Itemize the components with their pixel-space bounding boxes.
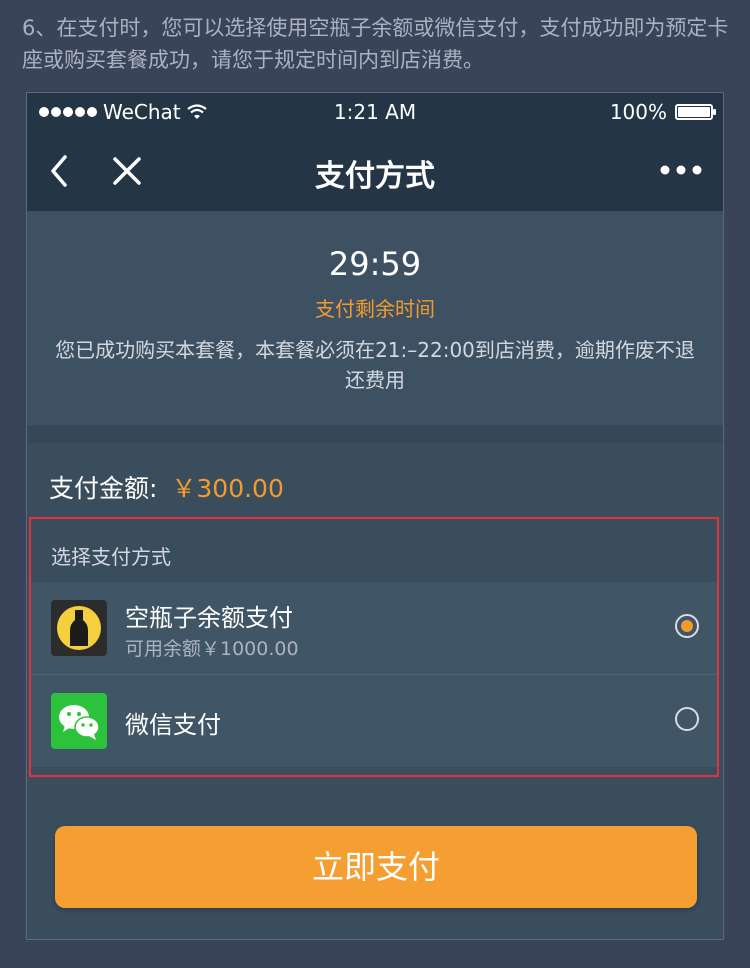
wechat-pay-icon xyxy=(51,693,107,749)
method-balance[interactable]: 空瓶子余额支付 可用余额￥1000.00 xyxy=(31,582,717,675)
countdown-label: 支付剩余时间 xyxy=(315,297,435,321)
method-wechat[interactable]: 微信支付 xyxy=(31,675,717,767)
pay-now-button[interactable]: 立即支付 xyxy=(55,826,697,908)
method-balance-available: 可用余额￥1000.00 xyxy=(125,638,299,660)
method-name: 空瓶子余额支付 xyxy=(125,604,293,632)
methods-header: 选择支付方式 xyxy=(31,519,717,581)
page-title: 支付方式 xyxy=(315,159,435,194)
purchase-notice: 您已成功购买本套餐，本套餐必须在21:–22:00到店消费，逾期作废不退还费用 xyxy=(55,338,695,392)
amount-value: ￥300.00 xyxy=(171,474,284,503)
radio-balance[interactable] xyxy=(675,614,699,638)
phone-screenshot: WeChat 1:21 AM 100% 支付方式 29:59 支付剩余时间 您已… xyxy=(26,92,724,940)
more-icon[interactable] xyxy=(659,155,703,185)
timer-panel: 29:59 支付剩余时间 您已成功购买本套餐，本套餐必须在21:–22:00到店… xyxy=(27,211,723,425)
amount-label: 支付金额: xyxy=(49,474,158,503)
payment-amount-row: 支付金额: ￥300.00 xyxy=(49,469,284,505)
battery-icon xyxy=(675,104,716,120)
instruction-text: 6、在支付时，您可以选择使用空瓶子余额或微信支付，支付成功即为预定卡座或购买套餐… xyxy=(22,16,729,72)
bottle-logo-icon xyxy=(51,600,107,656)
radio-wechat[interactable] xyxy=(675,707,699,731)
nav-bar: 支付方式 xyxy=(27,133,723,211)
battery-percent: 100% xyxy=(609,100,667,124)
countdown-timer: 29:59 xyxy=(328,245,422,283)
status-bar: WeChat 1:21 AM 100% xyxy=(27,93,723,133)
payment-methods-section: 选择支付方式 空瓶子余额支付 可用余额￥1000.00 微信支付 xyxy=(29,517,719,777)
section-divider xyxy=(27,425,723,443)
method-name: 微信支付 xyxy=(125,711,221,739)
methods-header-label: 选择支付方式 xyxy=(51,545,171,569)
